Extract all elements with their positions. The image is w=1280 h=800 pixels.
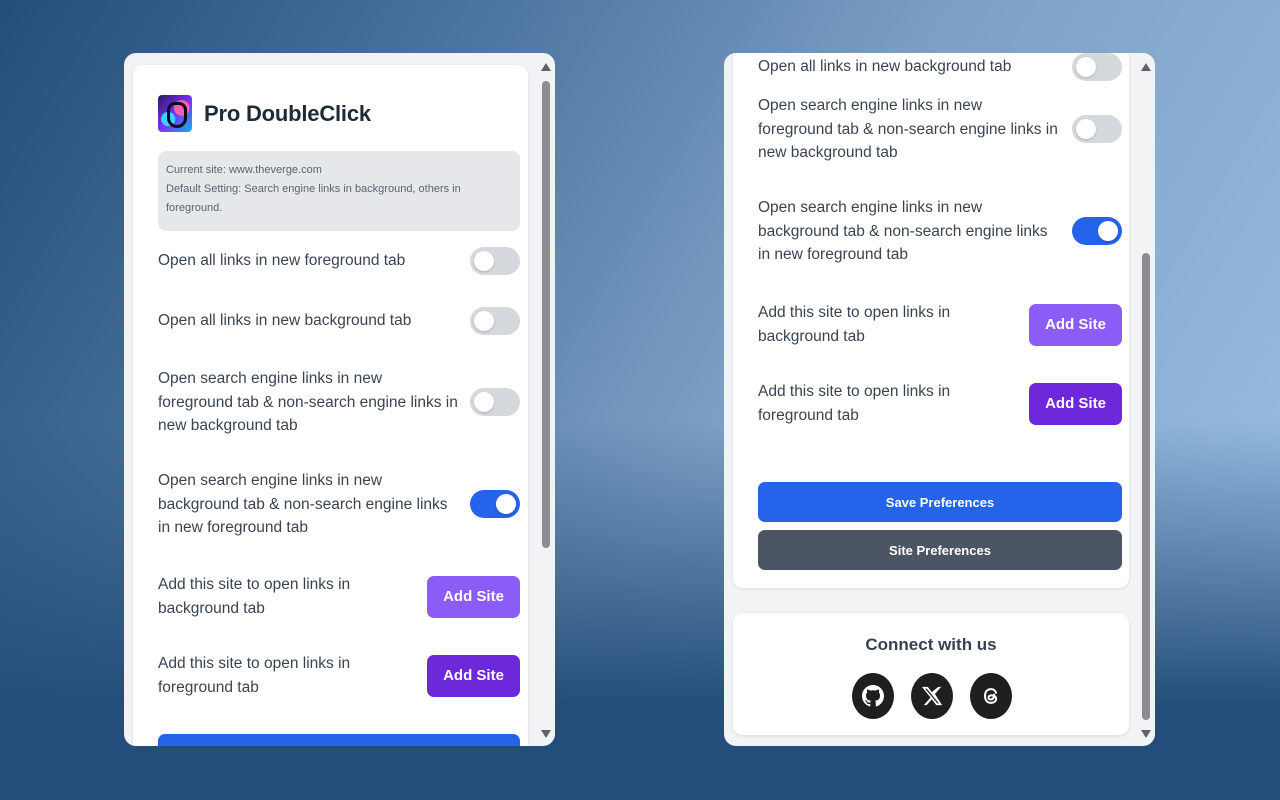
header: Pro DoubleClick xyxy=(158,95,371,132)
site-action-label: Add this site to open links in backgroun… xyxy=(758,304,951,345)
add-site-background-button[interactable]: Add Site xyxy=(427,575,520,618)
github-icon xyxy=(862,685,884,707)
option-label: Open all links in new foreground tab xyxy=(158,252,406,270)
site-action-label: Add this site to open links in foregroun… xyxy=(758,383,951,424)
current-site-text: Current site: www.theverge.com xyxy=(166,164,322,176)
save-preferences-button[interactable]: Save Preferences xyxy=(758,482,1122,522)
option-row: Open search engine links in new backgrou… xyxy=(758,196,1122,267)
social-links xyxy=(852,673,1012,719)
scrollbar[interactable] xyxy=(539,53,553,746)
option-row: Open all links in new foreground tab xyxy=(158,247,520,275)
option-toggle[interactable] xyxy=(470,388,520,417)
site-action-row: Add this site to open links in foregroun… xyxy=(758,380,1122,427)
scroll-up-arrow-icon[interactable] xyxy=(1141,63,1151,71)
default-setting-text: Default Setting: Search engine links in … xyxy=(166,183,461,214)
site-action-label: Add this site to open links in foregroun… xyxy=(158,655,351,696)
scroll-down-arrow-icon[interactable] xyxy=(541,730,551,738)
github-link[interactable] xyxy=(852,673,894,719)
option-row: Open search engine links in new foregrou… xyxy=(758,94,1122,165)
x-icon xyxy=(921,686,943,706)
extension-popup-bottom: Open all links in new background tab Ope… xyxy=(724,53,1155,746)
toggle-knob xyxy=(474,392,494,413)
connect-title: Connect with us xyxy=(865,635,997,654)
toggle-knob xyxy=(1076,119,1096,140)
option-toggle[interactable] xyxy=(1072,115,1122,144)
add-site-foreground-button[interactable]: Add Site xyxy=(1029,382,1122,425)
toggle-knob xyxy=(496,494,516,515)
scroll-thumb[interactable] xyxy=(542,81,550,548)
site-action-row: Add this site to open links in backgroun… xyxy=(158,573,520,620)
option-toggle[interactable] xyxy=(470,307,520,335)
connect-card: Connect with us xyxy=(733,613,1129,735)
scroll-down-arrow-icon[interactable] xyxy=(1141,730,1151,738)
option-toggle[interactable] xyxy=(470,247,520,275)
extension-popup-top: Pro DoubleClick Current site: www.thever… xyxy=(124,53,555,746)
scroll-thumb[interactable] xyxy=(1142,253,1150,720)
add-site-foreground-button[interactable]: Add Site xyxy=(427,654,520,697)
settings-card: Open all links in new background tab Ope… xyxy=(733,53,1129,588)
option-label: Open search engine links in new foregrou… xyxy=(158,370,458,434)
option-toggle[interactable] xyxy=(1072,217,1122,246)
app-logo-icon xyxy=(158,95,192,132)
option-label: Open search engine links in new foregrou… xyxy=(758,97,1058,161)
x-link[interactable] xyxy=(911,673,953,719)
site-action-label: Add this site to open links in backgroun… xyxy=(158,576,351,617)
save-preferences-button[interactable]: Save Preferences xyxy=(158,734,520,746)
site-action-row: Add this site to open links in backgroun… xyxy=(758,301,1122,348)
option-label: Open search engine links in new backgrou… xyxy=(758,199,1048,263)
add-site-background-button[interactable]: Add Site xyxy=(1029,303,1122,346)
option-label: Open all links in new background tab xyxy=(158,312,412,330)
threads-icon xyxy=(984,688,998,704)
site-preferences-button[interactable]: Site Preferences xyxy=(758,530,1122,570)
current-site-info: Current site: www.theverge.com Default S… xyxy=(158,151,520,231)
toggle-knob xyxy=(1076,57,1096,77)
option-row: Open search engine links in new foregrou… xyxy=(158,367,520,438)
toggle-knob xyxy=(1098,221,1118,242)
option-label: Open all links in new background tab xyxy=(758,58,1012,76)
option-label: Open search engine links in new backgrou… xyxy=(158,472,448,536)
site-action-row: Add this site to open links in foregroun… xyxy=(158,652,520,699)
app-title: Pro DoubleClick xyxy=(204,100,371,126)
settings-card: Pro DoubleClick Current site: www.thever… xyxy=(133,65,528,746)
threads-link[interactable] xyxy=(970,673,1012,719)
option-row: Open all links in new background tab xyxy=(758,53,1122,81)
option-row: Open search engine links in new backgrou… xyxy=(158,469,520,540)
toggle-knob xyxy=(474,251,494,271)
scroll-up-arrow-icon[interactable] xyxy=(541,63,551,71)
option-toggle[interactable] xyxy=(470,490,520,519)
option-row: Open all links in new background tab xyxy=(158,307,520,335)
scrollbar[interactable] xyxy=(1139,53,1153,746)
toggle-knob xyxy=(474,311,494,331)
option-toggle[interactable] xyxy=(1072,53,1122,81)
